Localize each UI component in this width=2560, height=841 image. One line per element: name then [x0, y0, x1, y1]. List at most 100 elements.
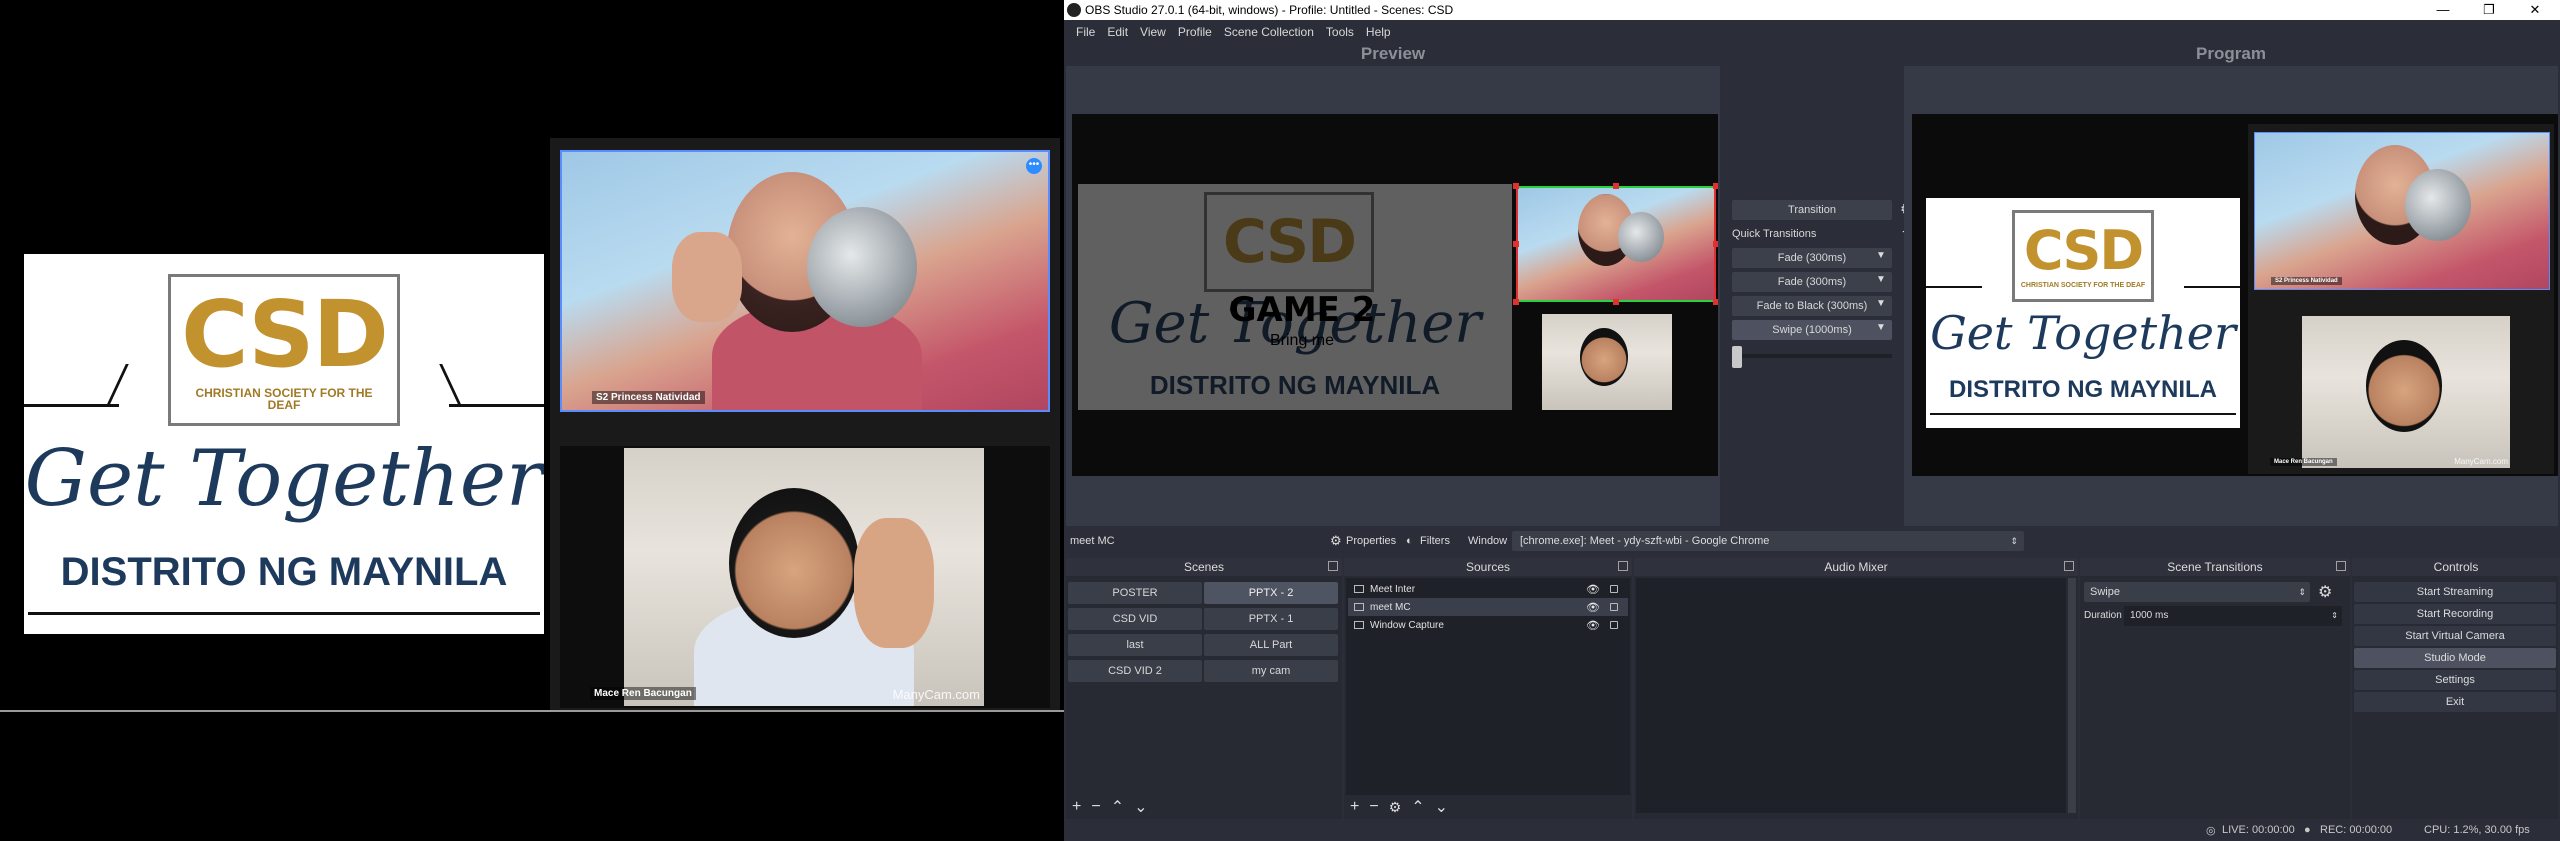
t-bar-handle[interactable]	[1732, 346, 1742, 368]
person-head	[729, 488, 859, 638]
chevron-down-icon[interactable]: ▼	[1876, 274, 1886, 285]
quick-transition-fade-1[interactable]: Fade (300ms)	[1732, 248, 1892, 268]
start-streaming-button[interactable]: Start Streaming	[2354, 582, 2556, 602]
csd-emblem: CSD	[1204, 192, 1374, 292]
resize-handle[interactable]	[1713, 299, 1718, 305]
gear-icon[interactable]: ⚙	[1389, 799, 1402, 816]
transition-select[interactable]: Swipe ⇕	[2084, 582, 2310, 602]
remove-icon[interactable]: −	[1369, 798, 1378, 816]
source-item-window-capture[interactable]: Window Capture 👁	[1348, 616, 1628, 634]
scene-csd-vid[interactable]: CSD VID	[1068, 608, 1202, 630]
resize-handle[interactable]	[1713, 183, 1718, 189]
window-icon	[1354, 585, 1364, 593]
scene-poster[interactable]: POSTER	[1068, 582, 1202, 604]
menu-view[interactable]: View	[1134, 25, 1172, 39]
projector-output: CSD CHRISTIAN SOCIETY FOR THE DEAF Get T…	[0, 0, 1064, 841]
duration-input[interactable]: 1000 ms ⇕	[2124, 606, 2342, 626]
resize-handle[interactable]	[1513, 241, 1519, 247]
filter-icon[interactable]: ◐	[1406, 535, 1413, 547]
district-text: DISTRITO NG MAYNILA	[60, 550, 508, 594]
dock-float-icon[interactable]	[1618, 561, 1628, 571]
menu-bar: File Edit View Profile Scene Collection …	[1064, 20, 2560, 44]
more-options-icon[interactable]: •••	[1026, 158, 1042, 174]
quick-transition-fade-2[interactable]: Fade (300ms)	[1732, 272, 1892, 292]
resize-handle[interactable]	[1513, 183, 1519, 189]
program-label: Program	[2196, 44, 2266, 63]
title-bar: OBS Studio 27.0.1 (64-bit, windows) - Pr…	[1064, 0, 2560, 20]
lock-icon[interactable]	[1610, 585, 1618, 593]
person-head	[2366, 340, 2442, 432]
resize-handle[interactable]	[1613, 299, 1619, 305]
move-up-icon[interactable]: ⌃	[1411, 797, 1424, 817]
lock-icon[interactable]	[1610, 603, 1618, 611]
scene-my-cam[interactable]: my cam	[1204, 660, 1338, 682]
duration-label: Duration	[2084, 610, 2122, 621]
obs-window: OBS Studio 27.0.1 (64-bit, windows) - Pr…	[1064, 0, 2560, 841]
move-up-icon[interactable]: ⌃	[1111, 797, 1124, 817]
spin-icon[interactable]: ⇕	[2331, 606, 2338, 626]
scene-last[interactable]: last	[1068, 634, 1202, 656]
t-bar-track[interactable]	[1732, 354, 1892, 358]
preview-source-mace[interactable]	[1542, 314, 1672, 410]
start-virtual-camera-button[interactable]: Start Virtual Camera	[2354, 626, 2556, 646]
transition-button[interactable]: Transition	[1732, 200, 1892, 220]
mixer-scrollbar[interactable]	[2068, 578, 2076, 813]
studio-mode-button[interactable]: Studio Mode	[2354, 648, 2556, 668]
resize-handle[interactable]	[1513, 299, 1519, 305]
program-source-princess: S2 Princess Natividad	[2254, 132, 2550, 290]
remove-icon[interactable]: −	[1091, 798, 1100, 816]
menu-profile[interactable]: Profile	[1172, 25, 1218, 39]
logo-line-left-diag	[106, 364, 129, 406]
preview-canvas[interactable]: CSD Get Together DISTRITO NG MAYNILA GAM…	[1072, 114, 1718, 476]
exit-button[interactable]: Exit	[2354, 692, 2556, 712]
source-item-meet-inter[interactable]: Meet Inter 👁	[1348, 580, 1628, 598]
audio-mixer-dock: Audio Mixer	[1634, 558, 2078, 819]
scene-pptx-2[interactable]: PPTX - 2	[1204, 582, 1338, 604]
scene-pptx-1[interactable]: PPTX - 1	[1204, 608, 1338, 630]
close-button[interactable]: ✕	[2512, 0, 2558, 20]
dock-float-icon[interactable]	[1328, 561, 1338, 571]
quick-transition-fade-black[interactable]: Fade to Black (300ms)	[1732, 296, 1892, 316]
window-select[interactable]: [chrome.exe]: Meet - ydy-szft-wbi - Goog…	[1512, 531, 2024, 551]
eye-icon[interactable]: 👁	[1586, 583, 1600, 596]
resize-handle[interactable]	[1613, 183, 1619, 189]
move-down-icon[interactable]: ⌄	[1435, 797, 1448, 817]
menu-tools[interactable]: Tools	[1320, 25, 1360, 39]
chevron-down-icon[interactable]: ▼	[1876, 250, 1886, 261]
minimize-button[interactable]: —	[2420, 0, 2466, 20]
gear-icon[interactable]: ⚙	[2318, 582, 2332, 602]
participant-name-tag: Mace Ren Bacungan	[590, 687, 696, 700]
eye-icon[interactable]: 👁	[1586, 619, 1600, 632]
filters-button[interactable]: Filters	[1420, 535, 1450, 547]
lock-icon[interactable]	[1610, 621, 1618, 629]
quick-transition-swipe[interactable]: Swipe (1000ms)	[1732, 320, 1892, 340]
menu-file[interactable]: File	[1070, 25, 1101, 39]
duration-value: 1000 ms	[2130, 610, 2169, 621]
start-recording-button[interactable]: Start Recording	[2354, 604, 2556, 624]
source-item-meet-mc[interactable]: meet MC 👁	[1348, 598, 1628, 616]
scene-all-part[interactable]: ALL Part	[1204, 634, 1338, 656]
settings-button[interactable]: Settings	[2354, 670, 2556, 690]
scenes-footer: + − ⌃ ⌄	[1066, 795, 1342, 819]
menu-edit[interactable]: Edit	[1101, 25, 1134, 39]
chevron-updown-icon: ⇕	[2298, 587, 2306, 597]
add-icon[interactable]: +	[1350, 798, 1359, 816]
scene-csd-vid-2[interactable]: CSD VID 2	[1068, 660, 1202, 682]
participant-tile-mace[interactable]: ManyCam.com Mace Ren Bacungan	[560, 446, 1050, 708]
menu-help[interactable]: Help	[1360, 25, 1397, 39]
menu-scene-collection[interactable]: Scene Collection	[1218, 25, 1320, 39]
transition-select-value: Swipe	[2090, 586, 2120, 598]
logo-card: CSD CHRISTIAN SOCIETY FOR THE DEAF Get T…	[24, 254, 544, 634]
restore-button[interactable]: ❐	[2466, 0, 2512, 20]
add-icon[interactable]: +	[1072, 798, 1081, 816]
eye-icon[interactable]: 👁	[1586, 601, 1600, 614]
resize-handle[interactable]	[1713, 241, 1718, 247]
dock-float-icon[interactable]	[2064, 561, 2074, 571]
chevron-down-icon[interactable]: ▼	[1876, 322, 1886, 333]
gear-icon[interactable]: ⚙	[1330, 533, 1342, 549]
properties-button[interactable]: Properties	[1346, 535, 1396, 547]
dock-float-icon[interactable]	[2336, 561, 2346, 571]
chevron-down-icon[interactable]: ▼	[1876, 298, 1886, 309]
move-down-icon[interactable]: ⌄	[1134, 797, 1147, 817]
participant-video-princess[interactable]: ••• S2 Princess Natividad	[560, 150, 1050, 412]
